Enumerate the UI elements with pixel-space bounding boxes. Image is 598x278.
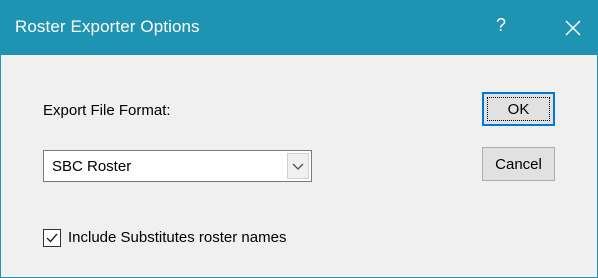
chevron-down-icon: [292, 163, 304, 170]
cancel-button[interactable]: Cancel: [482, 147, 555, 181]
title-bar: Roster Exporter Options ?: [1, 1, 597, 55]
close-button[interactable]: [559, 15, 587, 41]
ok-button[interactable]: OK: [482, 92, 555, 126]
help-button[interactable]: ?: [489, 15, 513, 36]
include-substitutes-checkbox[interactable]: [43, 229, 61, 247]
export-file-format-select[interactable]: SBC Roster: [43, 150, 312, 182]
export-file-format-label: Export File Format:: [43, 102, 171, 119]
include-substitutes-label[interactable]: Include Substitutes roster names: [68, 229, 286, 246]
export-file-format-value: SBC Roster: [52, 158, 132, 175]
dropdown-arrow-button[interactable]: [287, 153, 309, 179]
cancel-button-label: Cancel: [495, 156, 542, 173]
window-title: Roster Exporter Options: [15, 17, 200, 36]
focus-ring: [487, 97, 550, 121]
checkmark-icon: [46, 233, 58, 243]
close-icon: [565, 20, 581, 36]
roster-exporter-options-dialog: Roster Exporter Options ? Export File Fo…: [0, 0, 598, 278]
